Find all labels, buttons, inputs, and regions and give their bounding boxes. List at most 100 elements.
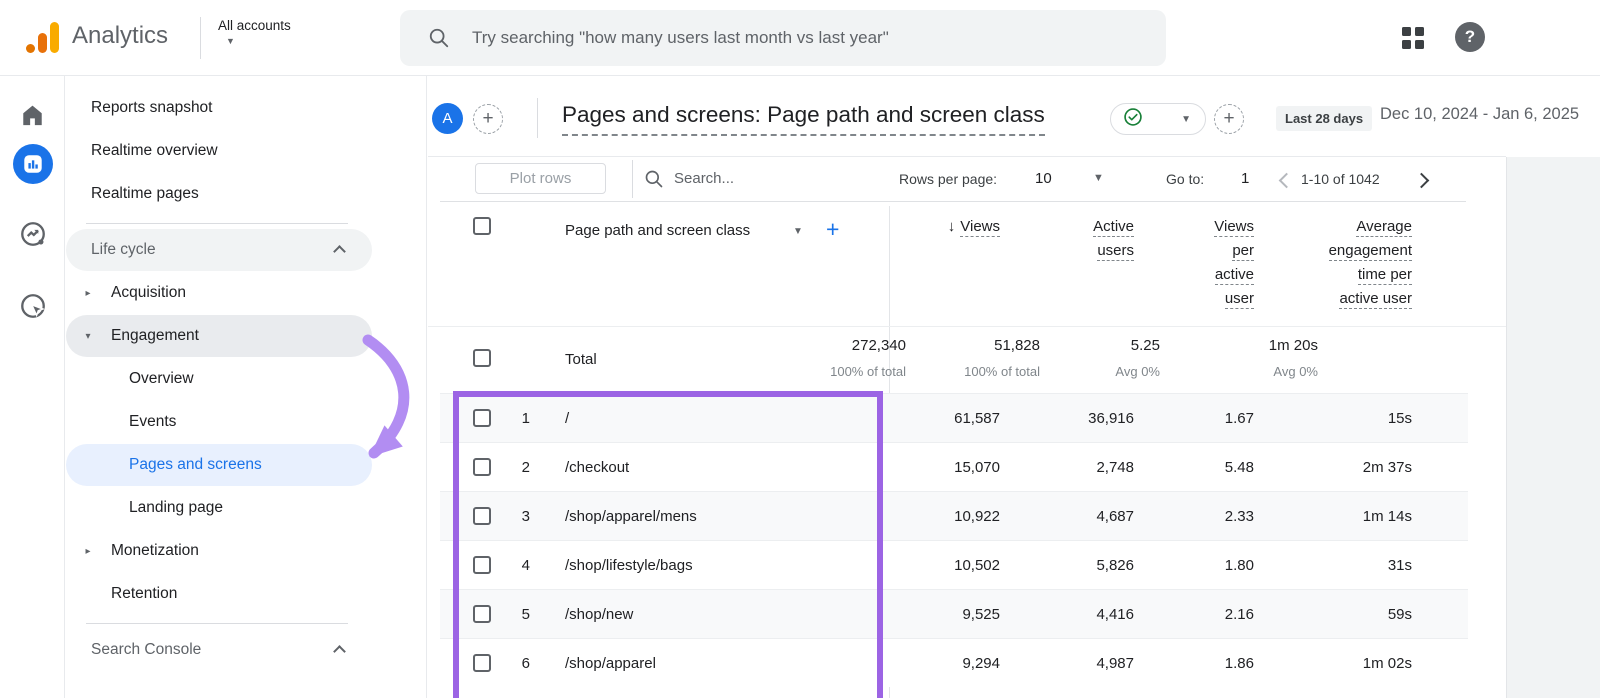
row-checkbox[interactable]	[473, 507, 491, 525]
column-header-views-per-active-user[interactable]: Viewsperactiveuser	[1214, 215, 1254, 311]
toolbar-bottom-border	[440, 201, 1466, 202]
table-row[interactable]: 3 /shop/apparel/mens 10,922 4,687 2.33 1…	[440, 491, 1468, 540]
column-header-text: Views	[1214, 218, 1254, 237]
dimension-header[interactable]: Page path and screen class	[565, 222, 750, 239]
table-row[interactable]: 5 /shop/new 9,525 4,416 2.16 59s	[440, 589, 1468, 638]
chevron-down-icon[interactable]: ▼	[793, 226, 803, 237]
sidebar-item-pages-and-screens[interactable]: Pages and screens	[66, 444, 372, 486]
chevron-down-icon: ▼	[226, 36, 291, 46]
table-body: 1 / 61,587 36,916 1.67 15s 2 /checkout 1…	[440, 393, 1468, 687]
topbar-divider	[200, 17, 201, 59]
sidebar-item-realtime-pages[interactable]: Realtime pages	[66, 173, 372, 215]
row-views: 10,922	[954, 508, 1000, 525]
total-row: Total 272,340 100% of total 51,828 100% …	[428, 326, 1506, 393]
row-engagement-time: 31s	[1388, 557, 1412, 574]
analytics-app: Analytics All accounts ▼ Try searching "…	[0, 0, 1600, 698]
sidebar-divider	[86, 223, 348, 224]
brand-title: Analytics	[72, 22, 168, 50]
right-gutter	[1506, 157, 1600, 698]
account-switcher[interactable]: All accounts ▼	[218, 18, 291, 46]
check-circle-icon	[1123, 107, 1143, 132]
row-views-per-user: 1.80	[1225, 557, 1254, 574]
card-top-border	[428, 156, 1506, 157]
column-header-text: Average	[1356, 218, 1412, 237]
row-checkbox[interactable]	[473, 458, 491, 476]
row-engagement-time: 15s	[1388, 410, 1412, 427]
add-report-button[interactable]: +	[1214, 104, 1244, 134]
row-engagement-time: 1m 02s	[1363, 655, 1412, 672]
date-range-picker[interactable]: Dec 10, 2024 - Jan 6, 2025	[1380, 105, 1579, 124]
add-comparison-button[interactable]: +	[473, 104, 503, 134]
row-index: 5	[506, 606, 530, 623]
row-index: 3	[506, 508, 530, 525]
page-title[interactable]: Pages and screens: Page path and screen …	[562, 102, 1045, 136]
sidebar-item-engagement[interactable]: ▾ Engagement	[66, 315, 372, 357]
column-header-text: engagement	[1329, 242, 1412, 261]
sidebar-item-monetization[interactable]: ▸ Monetization	[66, 530, 372, 572]
row-active-users: 4,687	[1096, 508, 1134, 525]
column-header-avg-engagement-time[interactable]: Average engagement time per active user	[1329, 215, 1412, 311]
sidebar-section-life-cycle[interactable]: Life cycle	[66, 229, 372, 271]
home-icon[interactable]	[0, 102, 65, 129]
chevron-down-icon[interactable]: ▼	[1093, 172, 1104, 184]
chevron-down-icon: ▼	[1181, 114, 1191, 125]
column-header-text: active user	[1339, 290, 1412, 309]
column-header-text: Active	[1093, 218, 1134, 237]
explore-icon[interactable]	[0, 220, 65, 248]
table-search-input[interactable]: Search...	[674, 170, 734, 187]
column-header-active-users[interactable]: Activeusers	[1093, 215, 1134, 263]
row-index: 4	[506, 557, 530, 574]
sidebar-item-retention[interactable]: Retention	[66, 573, 372, 615]
apps-grid-icon[interactable]	[1402, 27, 1424, 49]
sidebar-item-events[interactable]: Events	[66, 401, 372, 443]
row-checkbox[interactable]	[473, 556, 491, 574]
row-views-per-user: 2.16	[1225, 606, 1254, 623]
report-status-button[interactable]: ▼	[1110, 103, 1206, 135]
row-page-path: /shop/new	[565, 606, 633, 623]
row-checkbox[interactable]	[473, 409, 491, 427]
column-header-text: time per	[1358, 266, 1412, 285]
analytics-logo-icon[interactable]	[26, 22, 59, 53]
reports-icon-active[interactable]	[0, 144, 65, 184]
row-active-users: 2,748	[1096, 459, 1134, 476]
row-views-per-user: 1.67	[1225, 410, 1254, 427]
table-row[interactable]: 6 /shop/apparel 9,294 4,987 1.86 1m 02s	[440, 638, 1468, 687]
next-page-icon[interactable]	[1414, 173, 1430, 189]
row-page-path: /shop/apparel	[565, 655, 656, 672]
column-header-views[interactable]: ↓Views	[948, 215, 1000, 239]
sidebar-item-acquisition[interactable]: ▸ Acquisition	[66, 272, 372, 314]
sidebar-section-search-console[interactable]: Search Console	[66, 629, 372, 671]
table-row[interactable]: 2 /checkout 15,070 2,748 5.48 2m 37s	[440, 442, 1468, 491]
row-checkbox[interactable]	[473, 654, 491, 672]
goto-page-input[interactable]: 1	[1241, 170, 1249, 187]
sidebar-item-overview[interactable]: Overview	[66, 358, 372, 400]
expand-right-icon: ▸	[81, 546, 95, 557]
expand-right-icon: ▸	[81, 288, 95, 299]
advertising-icon[interactable]	[0, 292, 65, 320]
total-row-checkbox[interactable]	[473, 349, 491, 367]
prev-page-icon[interactable]	[1279, 173, 1295, 189]
help-icon[interactable]: ?	[1455, 22, 1485, 52]
total-views-subtext: 100% of total	[830, 364, 906, 379]
row-page-path: /shop/lifestyle/bags	[565, 557, 693, 574]
plot-rows-button[interactable]: Plot rows	[475, 163, 606, 194]
table-row[interactable]: 4 /shop/lifestyle/bags 10,502 5,826 1.80…	[440, 540, 1468, 589]
global-search-input[interactable]: Try searching "how many users last month…	[400, 10, 1166, 66]
chevron-up-icon	[333, 645, 346, 658]
row-views: 10,502	[954, 557, 1000, 574]
sidebar-item-realtime-overview[interactable]: Realtime overview	[66, 130, 372, 172]
table-row[interactable]: 1 / 61,587 36,916 1.67 15s	[440, 393, 1468, 442]
row-checkbox[interactable]	[473, 605, 491, 623]
sidebar-item-landing-page[interactable]: Landing page	[66, 487, 372, 529]
row-active-users: 4,416	[1096, 606, 1134, 623]
sidebar-item-reports-snapshot[interactable]: Reports snapshot	[66, 87, 372, 129]
search-icon	[428, 27, 450, 49]
account-switcher-label: All accounts	[218, 18, 291, 33]
add-dimension-icon[interactable]: +	[826, 216, 839, 243]
top-bar: Analytics All accounts ▼ Try searching "…	[0, 0, 1600, 76]
select-all-checkbox[interactable]	[473, 217, 491, 235]
avatar[interactable]: A	[432, 103, 463, 134]
rows-per-page-select[interactable]: 10	[1035, 170, 1052, 187]
row-active-users: 36,916	[1088, 410, 1134, 427]
row-active-users: 5,826	[1096, 557, 1134, 574]
